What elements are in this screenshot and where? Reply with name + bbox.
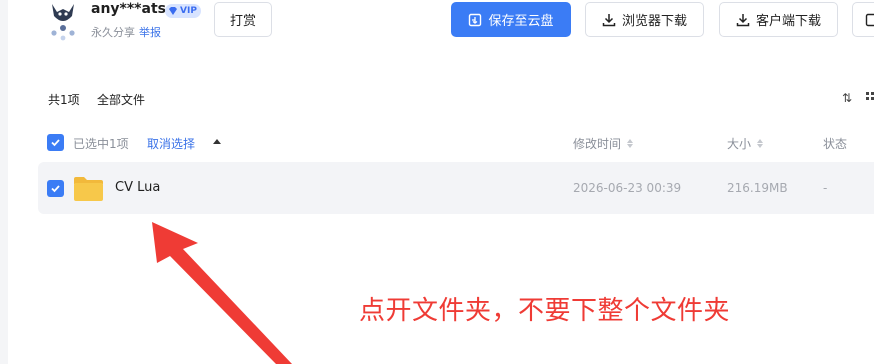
browser-download-label: 浏览器下载 bbox=[621, 14, 687, 29]
check-icon bbox=[51, 185, 60, 193]
client-download-button[interactable]: 客户端下载 bbox=[719, 2, 838, 37]
column-header-size[interactable]: 大小 bbox=[727, 135, 764, 152]
vip-badge: VIP bbox=[165, 4, 201, 18]
folder-icon[interactable] bbox=[73, 175, 104, 202]
file-status: - bbox=[823, 181, 828, 195]
file-size: 216.19MB bbox=[727, 181, 788, 195]
save-button-label: 保存至云盘 bbox=[488, 14, 554, 29]
file-modified-date: 2026-06-23 00:39 bbox=[573, 181, 682, 195]
sort-arrows-icon bbox=[757, 139, 764, 148]
column-label-size: 大小 bbox=[727, 137, 752, 151]
client-download-label: 客户端下载 bbox=[755, 14, 821, 29]
selected-count: 已选中1项 bbox=[73, 137, 129, 151]
more-button[interactable] bbox=[852, 2, 874, 37]
browser-download-button[interactable]: 浏览器下载 bbox=[585, 2, 704, 37]
row-checkbox[interactable] bbox=[47, 180, 64, 197]
column-label-status: 状态 bbox=[823, 137, 848, 151]
cancel-selection-link[interactable]: 取消选择 bbox=[147, 135, 195, 152]
select-all-checkbox[interactable] bbox=[47, 134, 64, 151]
diamond-icon bbox=[169, 7, 177, 15]
tip-button-label: 打赏 bbox=[229, 14, 256, 29]
report-link[interactable]: 举报 bbox=[139, 26, 161, 39]
username: any***ats bbox=[91, 1, 166, 17]
user-avatar[interactable] bbox=[44, 2, 82, 42]
column-header-status: 状态 bbox=[823, 135, 847, 152]
annotation-text: 点开文件夹，不要下整个文件夹 bbox=[359, 296, 731, 326]
tip-button[interactable]: 打赏 bbox=[214, 2, 272, 37]
share-info: 永久分享 举报 bbox=[91, 24, 161, 40]
breadcrumb-all-files[interactable]: 全部文件 bbox=[97, 91, 145, 108]
sort-arrows-icon bbox=[627, 139, 634, 148]
item-count: 共1项 bbox=[48, 93, 80, 107]
grid-view-icon[interactable] bbox=[866, 92, 874, 104]
download-icon bbox=[736, 13, 750, 26]
vip-label: VIP bbox=[180, 6, 197, 16]
check-icon bbox=[51, 139, 60, 147]
sort-icon[interactable]: ⇅ bbox=[842, 91, 852, 105]
column-label-modified: 修改时间 bbox=[573, 137, 622, 151]
column-header-modified[interactable]: 修改时间 bbox=[573, 135, 634, 152]
sort-asc-icon[interactable] bbox=[213, 139, 221, 144]
export-icon bbox=[865, 13, 874, 26]
save-to-cloud-button[interactable]: 保存至云盘 bbox=[451, 2, 571, 37]
left-panel-border bbox=[0, 0, 8, 364]
save-icon bbox=[469, 13, 482, 26]
file-name[interactable]: CV Lua bbox=[115, 180, 160, 195]
download-icon bbox=[602, 13, 616, 26]
share-type: 永久分享 bbox=[91, 26, 135, 39]
